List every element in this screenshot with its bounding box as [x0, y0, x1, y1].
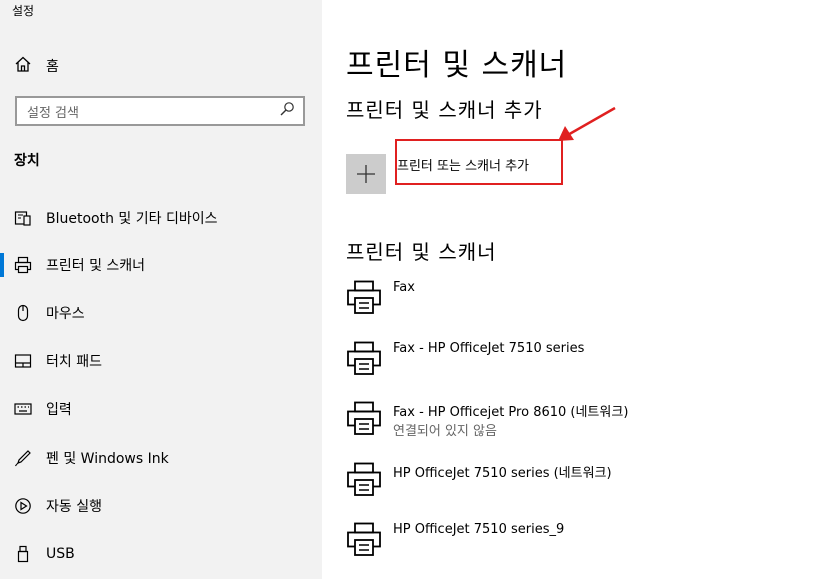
sidebar-item-label: Bluetooth 및 기타 디바이스 [46, 211, 218, 227]
printer-icon [347, 401, 381, 435]
printer-item[interactable]: Fax - HP Officejet Pro 8610 (네트워크) 연결되어 … [346, 401, 826, 457]
sidebar-item-label: 마우스 [46, 306, 85, 322]
page-title: 프린터 및 스캐너 [346, 48, 568, 83]
add-printer-label[interactable]: 프린터 또는 스캐너 추가 [397, 155, 529, 174]
sidebar-item-autoplay[interactable]: 자동 실행 [0, 488, 322, 524]
main-content: 프린터 및 스캐너 프린터 및 스캐너 추가 프린터 또는 스캐너 추가 프린터… [322, 0, 838, 579]
app-title: 설정 [12, 4, 35, 18]
printer-icon [347, 462, 381, 496]
printer-name: Fax - HP Officejet Pro 8610 (네트워크) [393, 405, 629, 420]
sidebar-item-bluetooth[interactable]: Bluetooth 및 기타 디바이스 [0, 200, 322, 236]
sidebar-item-printers[interactable]: 프린터 및 스캐너 [0, 247, 322, 283]
autoplay-icon [14, 497, 32, 515]
plus-icon [357, 165, 375, 183]
sidebar-item-mouse[interactable]: 마우스 [0, 295, 322, 331]
search-icon [279, 101, 295, 121]
home-label: 홈 [46, 59, 59, 75]
printer-icon [347, 280, 381, 314]
usb-icon [14, 545, 32, 563]
section-label-devices: 장치 [14, 153, 40, 169]
sidebar-item-label: 펜 및 Windows Ink [46, 451, 169, 467]
printer-item[interactable]: Fax [346, 280, 826, 336]
search-placeholder: 설정 검색 [27, 105, 79, 121]
sidebar-item-label: 자동 실행 [46, 499, 102, 515]
mouse-icon [14, 304, 32, 322]
add-section-title: 프린터 및 스캐너 추가 [346, 98, 543, 122]
printer-status: 연결되어 있지 않음 [393, 424, 497, 439]
home-icon [14, 55, 32, 77]
printers-list-heading: 프린터 및 스캐너 [346, 240, 497, 264]
sidebar-item-typing[interactable]: 입력 [0, 391, 322, 427]
printer-icon [14, 256, 32, 274]
printer-icon [347, 522, 381, 556]
add-printer-button[interactable] [346, 154, 386, 194]
sidebar-item-touchpad[interactable]: 터치 패드 [0, 343, 322, 379]
annotation-arrow-icon [558, 106, 616, 141]
printer-item[interactable]: Fax - HP OfficeJet 7510 series [346, 341, 826, 397]
sidebar-item-label: 터치 패드 [46, 354, 102, 370]
keyboard-icon [14, 400, 32, 418]
sidebar-item-usb[interactable]: USB [0, 536, 322, 572]
printer-item[interactable]: HP OfficeJet 7510 series (네트워크) [346, 462, 826, 518]
sidebar-item-label: 입력 [46, 402, 72, 418]
sidebar-item-label: 프린터 및 스캐너 [46, 258, 146, 274]
sidebar-item-pen[interactable]: 펜 및 Windows Ink [0, 440, 322, 476]
printer-name: Fax - HP OfficeJet 7510 series [393, 341, 585, 356]
home-nav-item[interactable]: 홈 [14, 54, 59, 78]
sidebar: 설정 홈 설정 검색 장치 Bluetooth 및 기타 디바이스 프린터 및 … [0, 0, 322, 579]
touchpad-icon [14, 352, 32, 370]
sidebar-item-label: USB [46, 546, 75, 562]
bluetooth-devices-icon [14, 209, 32, 227]
printer-item[interactable]: HP OfficeJet 7510 series_9 [346, 522, 826, 578]
printer-name: Fax [393, 280, 415, 295]
printer-name: HP OfficeJet 7510 series (네트워크) [393, 466, 612, 481]
pen-icon [14, 449, 32, 467]
printer-icon [347, 341, 381, 375]
search-input[interactable]: 설정 검색 [15, 96, 305, 126]
printer-name: HP OfficeJet 7510 series_9 [393, 522, 565, 537]
